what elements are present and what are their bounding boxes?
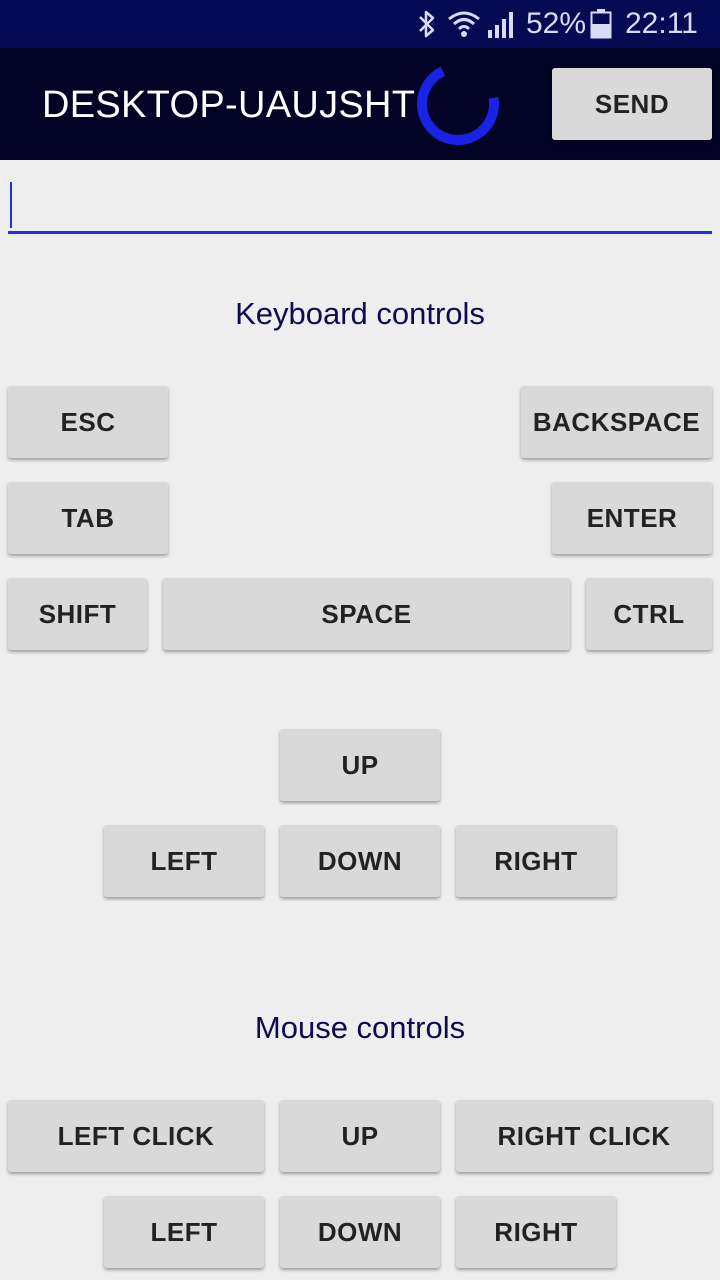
esc-button[interactable]: ESC [8,386,168,458]
loading-spinner-icon [417,63,499,145]
space-button[interactable]: SPACE [163,578,570,650]
right-click-button[interactable]: RIGHT CLICK [456,1100,712,1172]
arrow-up-button[interactable]: UP [280,729,440,801]
mouse-left-button[interactable]: LEFT [104,1196,264,1268]
arrow-left-button[interactable]: LEFT [104,825,264,897]
status-bar: 52% 22:11 [0,0,720,48]
backspace-button[interactable]: BACKSPACE [521,386,712,458]
bluetooth-icon [419,10,435,38]
battery-icon [590,9,612,39]
app-bar: DESKTOP-UAUJSHT SEND [0,48,720,160]
shift-button[interactable]: SHIFT [8,578,147,650]
arrow-down-button[interactable]: DOWN [280,825,440,897]
battery-percent: 52% [526,7,587,40]
arrow-right-button[interactable]: RIGHT [456,825,616,897]
left-click-button[interactable]: LEFT CLICK [8,1100,264,1172]
mouse-up-button[interactable]: UP [280,1100,440,1172]
enter-button[interactable]: ENTER [552,482,712,554]
wifi-icon [448,11,480,37]
app-title: DESKTOP-UAUJSHT [42,84,416,126]
mouse-right-button[interactable]: RIGHT [456,1196,616,1268]
send-button[interactable]: SEND [552,68,712,140]
clock: 22:11 [625,7,698,40]
keyboard-controls-title: Keyboard controls [235,296,485,331]
mouse-down-button[interactable]: DOWN [280,1196,440,1268]
mouse-controls-title: Mouse controls [254,1010,466,1045]
text-input[interactable] [8,176,712,234]
text-caret [10,182,12,228]
signal-icon [488,12,513,38]
ctrl-button[interactable]: CTRL [586,578,712,650]
tab-button[interactable]: TAB [8,482,168,554]
